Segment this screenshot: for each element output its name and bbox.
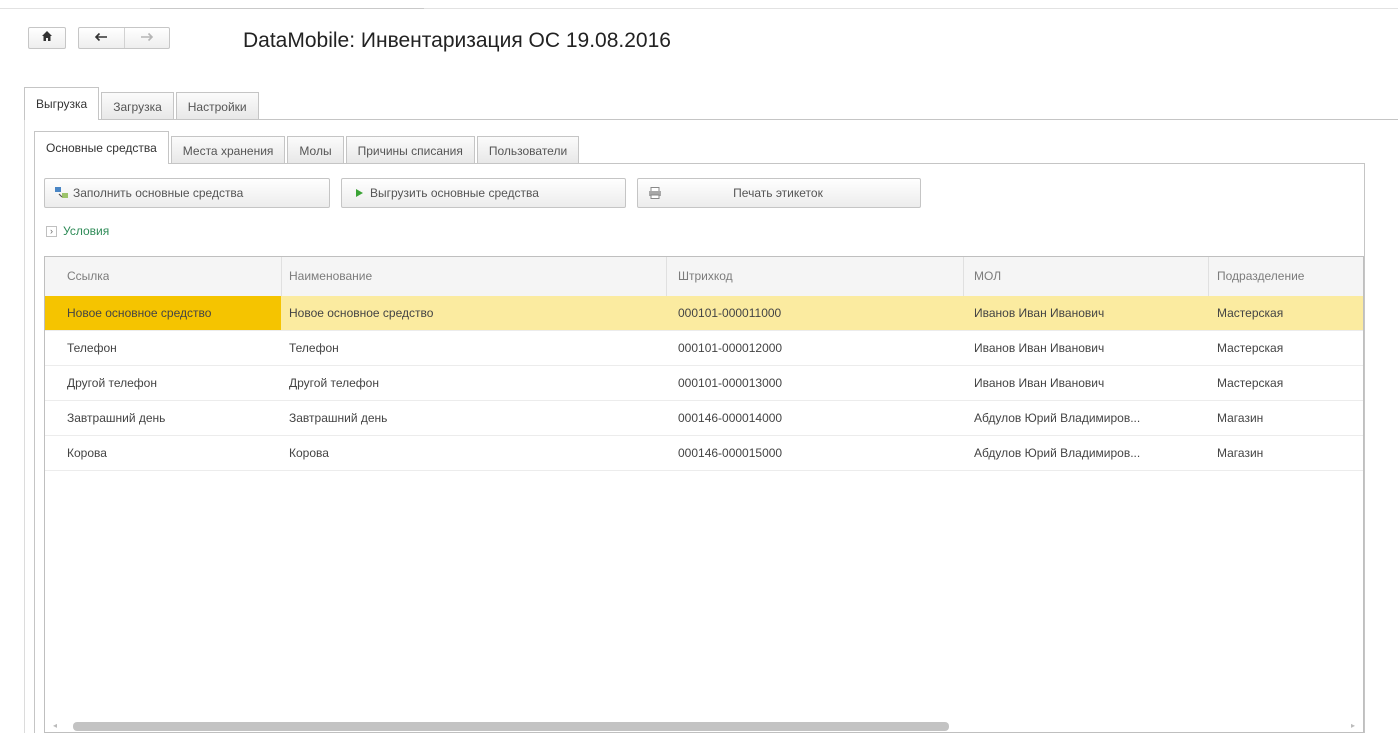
cell-barcode: 000101-000011000 <box>678 306 782 320</box>
column-separator <box>666 257 667 296</box>
chevron-right-icon: › <box>46 225 57 237</box>
home-icon <box>41 29 53 47</box>
fill-icon <box>51 186 73 200</box>
tab-users[interactable]: Пользователи <box>476 136 580 164</box>
cell-name: Новое основное средство <box>289 306 434 320</box>
print-labels-label: Печать этикеток <box>733 186 823 200</box>
column-header-name[interactable]: Наименование <box>289 269 372 283</box>
column-header-link[interactable]: Ссылка <box>67 269 109 283</box>
forward-button[interactable] <box>124 28 169 48</box>
cell-barcode: 000101-000013000 <box>678 376 783 390</box>
cell-link: Завтрашний день <box>67 411 166 425</box>
page-title: DataMobile: Инвентаризация ОС 19.08.2016 <box>243 29 671 52</box>
table-row[interactable]: Корова Корова 000146-000015000 Абдулов Ю… <box>45 436 1363 471</box>
panel-border-left <box>34 163 35 733</box>
cell-department: Мастерская <box>1217 376 1284 390</box>
home-button[interactable] <box>28 27 66 49</box>
conditions-label: Условия <box>63 224 110 238</box>
arrow-right-icon <box>140 29 154 47</box>
table-row[interactable]: Телефон Телефон 000101-000012000 Иванов … <box>45 331 1363 366</box>
top-panel-border <box>24 119 25 733</box>
cell-link: Другой телефон <box>67 376 157 390</box>
table-row[interactable]: Завтрашний день Завтрашний день 000146-0… <box>45 401 1363 436</box>
panel-border-right <box>1364 163 1365 733</box>
printer-icon <box>644 187 666 199</box>
cell-mol: Абдулов Юрий Владимиров... <box>974 411 1141 425</box>
fill-fixed-assets-label: Заполнить основные средства <box>73 186 244 200</box>
scroll-left-arrow-icon[interactable]: ◂ <box>53 721 57 730</box>
cell-department: Мастерская <box>1217 306 1284 320</box>
fixed-assets-table: Ссылка Наименование Штрихкод МОЛ Подразд… <box>44 256 1364 733</box>
back-button[interactable] <box>79 28 124 48</box>
horizontal-scrollbar-thumb[interactable] <box>73 722 949 731</box>
cell-department: Мастерская <box>1217 341 1284 355</box>
play-icon <box>348 188 370 198</box>
arrow-left-icon <box>94 29 108 47</box>
cell-link: Корова <box>67 446 107 460</box>
column-separator <box>963 257 964 296</box>
column-header-barcode[interactable]: Штрихкод <box>678 269 733 283</box>
history-nav <box>78 27 170 49</box>
tab-settings[interactable]: Настройки <box>175 92 259 120</box>
cell-name: Другой телефон <box>289 376 379 390</box>
cell-barcode: 000146-000015000 <box>678 446 783 460</box>
table-row[interactable]: Другой телефон Другой телефон 000101-000… <box>45 366 1363 401</box>
top-divider-accent <box>150 8 424 9</box>
cell-barcode: 000101-000012000 <box>678 341 783 355</box>
cell-link: Новое основное средство <box>45 296 281 330</box>
table-header: Ссылка Наименование Штрихкод МОЛ Подразд… <box>45 257 1363 297</box>
cell-link: Телефон <box>67 341 117 355</box>
cell-mol: Иванов Иван Иванович <box>974 341 1105 355</box>
fill-fixed-assets-button[interactable]: Заполнить основные средства <box>44 178 330 208</box>
top-tab-divider <box>24 119 1398 120</box>
cell-department: Магазин <box>1217 411 1264 425</box>
tab-fixed-assets[interactable]: Основные средства <box>34 131 169 164</box>
export-fixed-assets-label: Выгрузить основные средства <box>370 186 539 200</box>
tab-import[interactable]: Загрузка <box>101 92 174 120</box>
cell-department: Магазин <box>1217 446 1264 460</box>
scroll-right-arrow-icon[interactable]: ▸ <box>1351 721 1355 730</box>
table-row[interactable]: Новое основное средство Новое основное с… <box>45 296 1363 331</box>
sub-tab-bar: Основные средства Места хранения Молы Пр… <box>34 130 581 164</box>
column-header-department[interactable]: Подразделение <box>1217 269 1304 283</box>
tab-responsible-persons[interactable]: Молы <box>287 136 344 164</box>
sub-tab-divider <box>34 163 1364 164</box>
column-separator <box>1208 257 1209 296</box>
print-labels-button[interactable]: Печать этикеток <box>637 178 921 208</box>
cell-name: Телефон <box>289 341 339 355</box>
top-tab-bar: Выгрузка Загрузка Настройки <box>24 87 261 120</box>
column-separator <box>281 257 282 296</box>
tab-storage-locations[interactable]: Места хранения <box>170 136 286 164</box>
tab-export[interactable]: Выгрузка <box>24 87 100 120</box>
cell-barcode: 000146-000014000 <box>678 411 783 425</box>
tab-writeoff-reasons[interactable]: Причины списания <box>345 136 475 164</box>
column-header-mol[interactable]: МОЛ <box>974 269 1001 283</box>
cell-mol: Иванов Иван Иванович <box>974 306 1105 320</box>
conditions-toggle[interactable]: › Условия <box>46 224 109 238</box>
cell-mol: Иванов Иван Иванович <box>974 376 1105 390</box>
export-fixed-assets-button[interactable]: Выгрузить основные средства <box>341 178 626 208</box>
cell-mol: Абдулов Юрий Владимиров... <box>974 446 1141 460</box>
cell-name: Корова <box>289 446 329 460</box>
cell-name: Завтрашний день <box>289 411 388 425</box>
